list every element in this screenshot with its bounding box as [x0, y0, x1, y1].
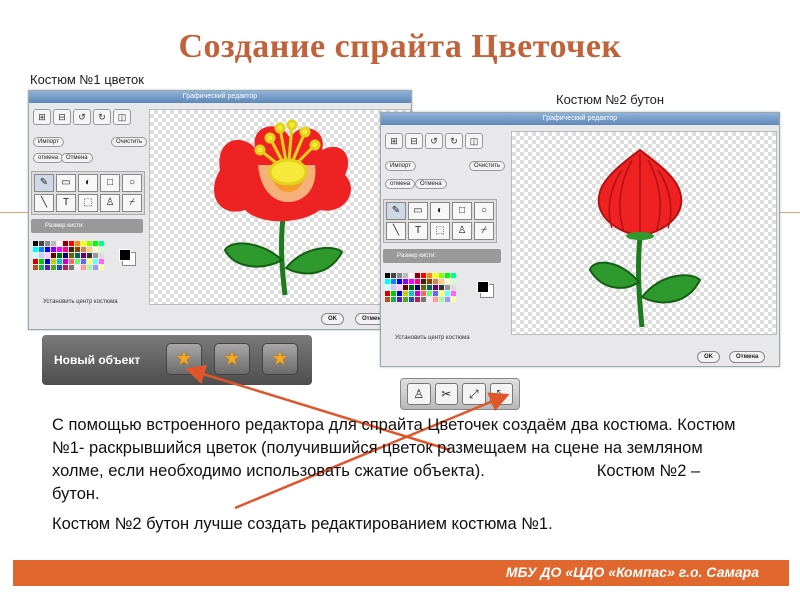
- paragraph-1: С помощью встроенного редактора для спра…: [52, 414, 752, 506]
- footer-text: МБУ ДО «ЦДО «Компас» г.о. Самара: [505, 564, 759, 580]
- description-text: С помощью встроенного редактора для спра…: [52, 414, 752, 536]
- paragraph-2: Костюм №2 бутон лучше создать редактиров…: [52, 515, 553, 533]
- footer-bar: МБУ ДО «ЦДО «Компас» г.о. Самара: [13, 560, 789, 586]
